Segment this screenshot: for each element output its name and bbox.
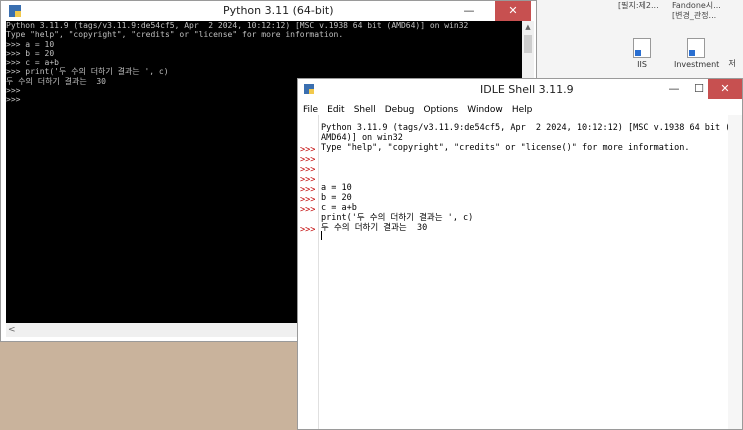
desktop-top-labels: [필지:제2... Fandone시... [변경_관정... xyxy=(610,0,743,30)
prompt: >>> xyxy=(300,165,316,175)
shortcut-icon xyxy=(687,38,705,58)
idle-titlebar[interactable]: IDLE Shell 3.11.9 — ☐ ✕ xyxy=(298,79,742,99)
idle-shell-window[interactable]: IDLE Shell 3.11.9 — ☐ ✕ File Edit Shell … xyxy=(297,78,743,430)
prompt: >>> xyxy=(300,225,316,235)
console-line: Python 3.11.9 (tags/v3.11.9:de54cf5, Apr… xyxy=(6,21,469,30)
console-close-button[interactable]: ✕ xyxy=(495,1,531,21)
python-app-icon xyxy=(9,5,21,17)
shortcut-icon xyxy=(633,38,651,58)
idle-minimize-button[interactable]: — xyxy=(661,79,687,99)
menu-edit[interactable]: Edit xyxy=(327,105,344,115)
desktop-shortcut-investment[interactable]: Investment xyxy=(674,38,720,69)
prompt: >>> xyxy=(300,195,316,205)
menu-options[interactable]: Options xyxy=(423,105,458,115)
shortcut-label: IIS xyxy=(637,60,647,69)
desktop-shortcut-iis[interactable]: IIS xyxy=(620,38,664,69)
console-line: >>> b = 20 xyxy=(6,48,55,58)
prompt: >>> xyxy=(300,175,316,185)
menu-help[interactable]: Help xyxy=(512,105,533,115)
console-titlebar[interactable]: Python 3.11 (64-bit) — ✕ xyxy=(1,1,536,21)
desktop-shortcut[interactable]: 저 xyxy=(722,58,742,69)
desktop-label[interactable]: [변경_관정... xyxy=(672,10,716,21)
idle-close-button[interactable]: ✕ xyxy=(708,79,742,99)
console-minimize-button[interactable]: — xyxy=(456,1,482,21)
desktop-label[interactable]: [필지:제2... xyxy=(618,0,659,11)
idle-menubar: File Edit Shell Debug Options Window Hel… xyxy=(298,99,742,115)
prompt: >>> xyxy=(300,145,316,155)
prompt: >>> xyxy=(300,155,316,165)
console-line: >>> a = 10 xyxy=(6,39,55,49)
scrollbar-thumb[interactable] xyxy=(524,35,532,53)
text-cursor xyxy=(321,231,322,240)
scroll-up-icon[interactable]: ▲ xyxy=(522,21,534,33)
idle-shell-editor[interactable]: Python 3.11.9 (tags/v3.11.9:de54cf5, Apr… xyxy=(298,115,738,429)
console-line: Type "help", "copyright", "credits" or "… xyxy=(6,30,344,40)
menu-file[interactable]: File xyxy=(303,105,318,115)
scroll-left-icon[interactable]: < xyxy=(8,323,16,337)
idle-app-icon xyxy=(304,84,314,94)
shortcut-label: Investment xyxy=(674,60,720,69)
menu-debug[interactable]: Debug xyxy=(385,105,415,115)
idle-title: IDLE Shell 3.11.9 xyxy=(480,83,574,96)
shell-text[interactable]: Python 3.11.9 (tags/v3.11.9:de54cf5, Apr… xyxy=(300,115,731,240)
console-line: >>> print('두 수의 더하기 결과는 ', c) xyxy=(6,67,169,77)
menu-shell[interactable]: Shell xyxy=(354,105,376,115)
console-title: Python 3.11 (64-bit) xyxy=(223,4,334,17)
prompt: >>> xyxy=(300,185,316,195)
idle-vertical-scrollbar[interactable] xyxy=(728,115,742,429)
prompt: >>> xyxy=(300,205,316,215)
menu-window[interactable]: Window xyxy=(467,105,503,115)
shortcut-label: 저 xyxy=(728,59,736,68)
